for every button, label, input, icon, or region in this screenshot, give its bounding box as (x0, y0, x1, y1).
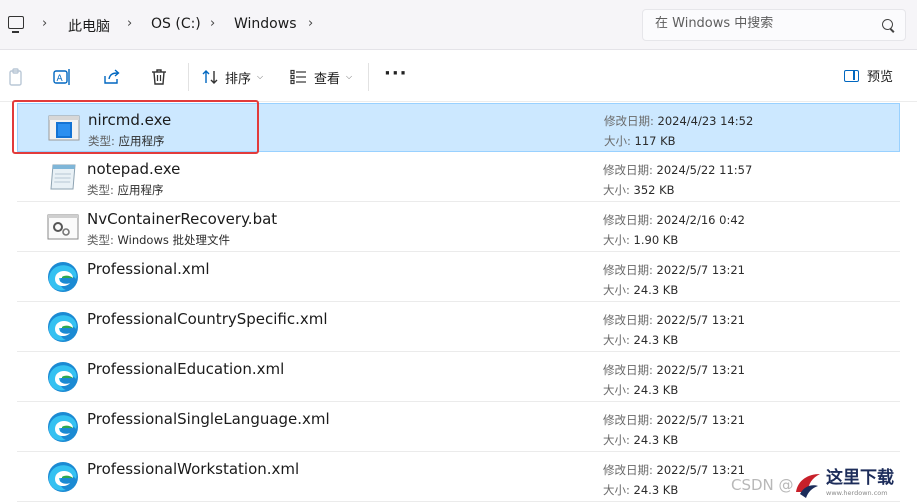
command-bar: A 排序 ⌵ 查看 ⌵ ··· 预览 (0, 51, 917, 102)
chevron-down-icon: ⌵ (346, 72, 353, 81)
preview-pane-button[interactable]: 预览 (843, 66, 893, 85)
breadcrumb-this-pc[interactable]: 此电脑 (68, 16, 110, 36)
svg-text:A: A (57, 74, 64, 84)
edge-icon (46, 261, 80, 293)
app-window-icon (47, 112, 81, 144)
file-type: 类型: Windows 批处理文件 (87, 233, 231, 247)
file-size: 大小: 117 KB (604, 134, 676, 148)
sort-icon (202, 70, 218, 84)
file-name[interactable]: ProfessionalEducation.xml (87, 360, 284, 378)
chevron-down-icon: ⌵ (257, 72, 264, 81)
file-modified-date: 修改日期: 2024/2/16 0:42 (603, 213, 745, 227)
file-name[interactable]: Professional.xml (87, 260, 210, 278)
search-box[interactable] (642, 9, 906, 41)
file-row[interactable]: ProfessionalSingleLanguage.xml 修改日期: 202… (17, 403, 900, 452)
file-type: 类型: 应用程序 (88, 134, 165, 148)
breadcrumb: › 此电脑 › OS (C:) › Windows › (0, 0, 630, 50)
file-name[interactable]: ProfessionalWorkstation.xml (87, 460, 299, 478)
chevron-right-icon[interactable]: › (308, 16, 313, 31)
file-modified-date: 修改日期: 2024/4/23 14:52 (604, 114, 754, 128)
file-modified-date: 修改日期: 2022/5/7 13:21 (603, 363, 745, 377)
file-size: 大小: 24.3 KB (603, 433, 679, 447)
batch-file-icon (46, 211, 80, 243)
edge-icon (46, 311, 80, 343)
address-bar: › 此电脑 › OS (C:) › Windows › (0, 0, 917, 50)
toolbar-divider (188, 63, 189, 91)
chevron-right-icon[interactable]: › (210, 16, 215, 31)
file-name[interactable]: ProfessionalCountrySpecific.xml (87, 310, 328, 328)
search-input[interactable] (655, 16, 865, 31)
breadcrumb-windows[interactable]: Windows (234, 16, 297, 32)
file-name[interactable]: notepad.exe (87, 160, 180, 178)
edge-icon (46, 361, 80, 393)
breadcrumb-os-c[interactable]: OS (C:) (151, 16, 201, 32)
site-watermark-text: 这里下载 (826, 467, 894, 488)
file-modified-date: 修改日期: 2022/5/7 13:21 (603, 463, 745, 477)
file-modified-date: 修改日期: 2022/5/7 13:21 (603, 263, 745, 277)
view-icon (290, 69, 306, 85)
file-size: 大小: 352 KB (603, 183, 675, 197)
file-modified-date: 修改日期: 2024/5/22 11:57 (603, 163, 753, 177)
file-size: 大小: 1.90 KB (603, 233, 679, 247)
preview-label: 预览 (866, 70, 893, 85)
edge-icon (46, 411, 80, 443)
preview-pane-icon (843, 69, 859, 82)
file-row[interactable]: Professional.xml 修改日期: 2022/5/7 13:21 大小… (17, 253, 900, 302)
chevron-right-icon[interactable]: › (127, 16, 132, 31)
site-watermark-url: www.herdown.com (826, 489, 888, 497)
file-row[interactable]: NvContainerRecovery.bat 类型: Windows 批处理文… (17, 203, 900, 252)
site-watermark-logo: 这里下载 www.herdown.com (792, 462, 917, 504)
file-list: nircmd.exe 类型: 应用程序 修改日期: 2024/4/23 14:5… (0, 103, 917, 504)
file-row[interactable]: notepad.exe 类型: 应用程序 修改日期: 2024/5/22 11:… (17, 153, 900, 202)
rename-icon[interactable]: A (52, 67, 72, 87)
csdn-watermark: CSDN @ (731, 476, 794, 494)
file-size: 大小: 24.3 KB (603, 383, 679, 397)
notepad-icon (46, 161, 80, 193)
file-name[interactable]: nircmd.exe (88, 111, 171, 129)
file-row[interactable]: ProfessionalCountrySpecific.xml 修改日期: 20… (17, 303, 900, 352)
file-row[interactable]: ProfessionalEducation.xml 修改日期: 2022/5/7… (17, 353, 900, 402)
delete-icon[interactable] (149, 67, 169, 87)
paste-icon[interactable] (6, 67, 26, 87)
file-size: 大小: 24.3 KB (603, 483, 679, 497)
search-icon[interactable] (882, 19, 893, 30)
file-row[interactable]: nircmd.exe 类型: 应用程序 修改日期: 2024/4/23 14:5… (17, 103, 900, 152)
view-label: 查看 (314, 71, 341, 87)
view-button[interactable]: 查看 ⌵ (290, 64, 352, 90)
file-type: 类型: 应用程序 (87, 183, 164, 197)
toolbar-divider (368, 63, 369, 91)
sort-button[interactable]: 排序 ⌵ (201, 64, 263, 90)
file-modified-date: 修改日期: 2022/5/7 13:21 (603, 413, 745, 427)
chevron-right-icon[interactable]: › (42, 16, 47, 31)
sort-label: 排序 (225, 71, 252, 87)
share-icon[interactable] (102, 67, 122, 87)
file-name[interactable]: ProfessionalSingleLanguage.xml (87, 410, 330, 428)
file-name[interactable]: NvContainerRecovery.bat (87, 210, 277, 228)
edge-icon (46, 461, 80, 493)
file-size: 大小: 24.3 KB (603, 333, 679, 347)
file-modified-date: 修改日期: 2022/5/7 13:21 (603, 313, 745, 327)
more-options-button[interactable]: ··· (384, 63, 408, 84)
file-size: 大小: 24.3 KB (603, 283, 679, 297)
